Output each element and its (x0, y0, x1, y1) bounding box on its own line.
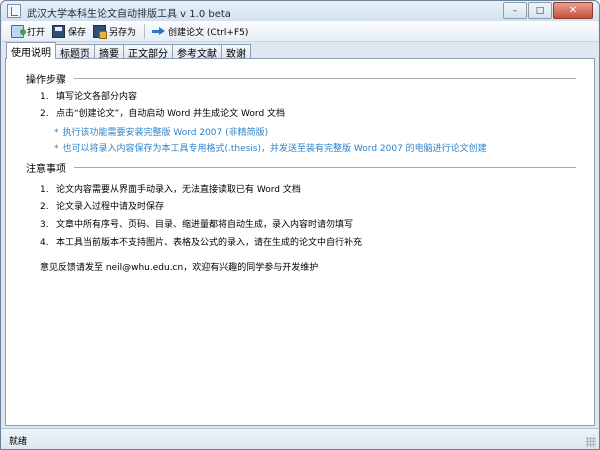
step-text: 点击“创建论文”，自动启动 Word 并生成论文 Word 文档 (56, 109, 286, 119)
steps-section-header: 操作步骤 (26, 71, 576, 86)
step-note-text: 也可以将录入内容保存为本工具专用格式(.thesis)，并发送至装有完整版 Wo… (62, 144, 487, 154)
asterisk-icon: * (54, 128, 59, 138)
step-note: * 也可以将录入内容保存为本工具专用格式(.thesis)，并发送至装有完整版 W… (54, 141, 487, 154)
asterisk-icon: * (54, 144, 59, 154)
window-title: 武汉大学本科生论文自动排版工具 v 1.0 beta (27, 9, 231, 20)
step-text: 填写论文各部分内容 (56, 92, 138, 102)
notes-section-header: 注意事项 (26, 160, 576, 175)
status-text: 就绪 (9, 437, 28, 447)
tab-abstract[interactable]: 摘要 (94, 44, 124, 60)
note-item: 1. 论文内容需要从界面手动录入，无法直接读取已有 Word 文档 (40, 182, 301, 195)
status-bar: 就绪 (2, 428, 598, 449)
tab-instructions[interactable]: 使用说明 (6, 42, 56, 59)
tab-acknowledgements[interactable]: 致谢 (221, 44, 251, 60)
section-divider (74, 167, 576, 168)
note-number: 1. (40, 185, 49, 195)
steps-title: 操作步骤 (26, 75, 66, 86)
app-window: 武汉大学本科生论文自动排版工具 v 1.0 beta – □ ✕ 打开 保存 另… (0, 0, 600, 450)
title-bar[interactable]: 武汉大学本科生论文自动排版工具 v 1.0 beta – □ ✕ (1, 1, 599, 21)
maximize-button[interactable]: □ (528, 2, 552, 19)
step-item: 1. 填写论文各部分内容 (40, 89, 137, 102)
step-note: * 执行该功能需要安装完整版 Word 2007 (非精简版) (54, 125, 268, 138)
tab-strip: 使用说明 标题页 摘要 正文部分 参考文献 致谢 (6, 42, 251, 60)
close-button[interactable]: ✕ (553, 2, 593, 19)
save-as-icon (93, 24, 108, 39)
save-as-button-label: 另存为 (109, 27, 137, 38)
section-divider (74, 78, 576, 79)
notes-title: 注意事项 (26, 164, 66, 175)
note-item: 2. 论文录入过程中请及时保存 (40, 199, 164, 212)
step-number: 2. (40, 109, 49, 119)
tab-references[interactable]: 参考文献 (172, 44, 222, 60)
open-folder-icon (11, 24, 26, 38)
open-button[interactable]: 打开 (8, 22, 48, 40)
feedback-text: 意见反馈请发至 neil@whu.edu.cn，欢迎有兴趣的同学参与开发维护 (40, 263, 319, 273)
note-text: 文章中所有序号、页码、目录、缩进量都将自动生成，录入内容时请勿填写 (56, 220, 354, 230)
toolbar-separator (144, 23, 146, 39)
note-text: 论文录入过程中请及时保存 (56, 202, 165, 212)
create-thesis-button[interactable]: 创建论文 (Ctrl+F5) (149, 22, 251, 40)
save-button-label: 保存 (68, 27, 87, 38)
floppy-disk-icon (52, 24, 66, 38)
step-number: 1. (40, 92, 49, 102)
tab-body[interactable]: 正文部分 (123, 44, 173, 60)
note-text: 论文内容需要从界面手动录入，无法直接读取已有 Word 文档 (56, 185, 301, 195)
save-as-button[interactable]: 另存为 (90, 22, 139, 40)
app-icon (7, 4, 21, 18)
save-button[interactable]: 保存 (49, 22, 89, 40)
note-number: 3. (40, 220, 49, 230)
resize-grip-icon[interactable] (586, 437, 596, 447)
toolbar: 打开 保存 另存为 创建论文 (Ctrl+F5) (2, 21, 598, 42)
arrow-right-icon (152, 25, 166, 38)
step-note-text: 执行该功能需要安装完整版 Word 2007 (非精简版) (62, 128, 269, 138)
note-text: 本工具当前版本不支持图片、表格及公式的录入，请在生成的论文中自行补充 (56, 238, 363, 248)
open-button-label: 打开 (27, 27, 46, 38)
note-item: 4. 本工具当前版本不支持图片、表格及公式的录入，请在生成的论文中自行补充 (40, 235, 362, 248)
note-number: 2. (40, 202, 49, 212)
note-item: 3. 文章中所有序号、页码、目录、缩进量都将自动生成，录入内容时请勿填写 (40, 217, 353, 230)
instructions-panel: 操作步骤 1. 填写论文各部分内容 2. 点击“创建论文”，自动启动 Word 并生… (5, 58, 595, 426)
step-item: 2. 点击“创建论文”，自动启动 Word 并生成论文 Word 文档 (40, 106, 285, 119)
create-thesis-button-label: 创建论文 (Ctrl+F5) (168, 27, 249, 38)
tab-title-page[interactable]: 标题页 (55, 44, 95, 60)
window-controls: – □ ✕ (502, 2, 593, 19)
minimize-button[interactable]: – (503, 2, 527, 19)
note-number: 4. (40, 238, 49, 248)
